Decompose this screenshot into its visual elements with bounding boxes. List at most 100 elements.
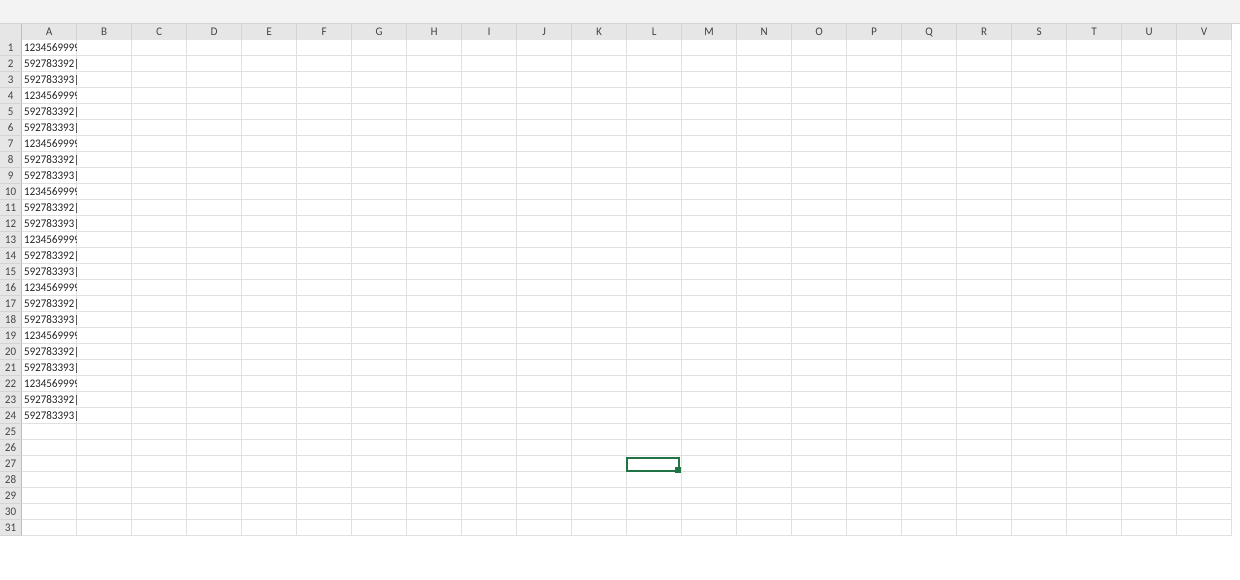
cell-V24[interactable] xyxy=(1177,408,1232,424)
cell-V7[interactable] xyxy=(1177,136,1232,152)
cell-H18[interactable] xyxy=(407,312,462,328)
cell-N28[interactable] xyxy=(737,472,792,488)
cell-G26[interactable] xyxy=(352,440,407,456)
cell-L30[interactable] xyxy=(627,504,682,520)
cell-J17[interactable] xyxy=(517,296,572,312)
cell-J20[interactable] xyxy=(517,344,572,360)
cell-M24[interactable] xyxy=(682,408,737,424)
cell-S17[interactable] xyxy=(1012,296,1067,312)
cell-L12[interactable] xyxy=(627,216,682,232)
row-header-23[interactable]: 23 xyxy=(0,392,22,408)
cell-C12[interactable] xyxy=(132,216,187,232)
cell-F30[interactable] xyxy=(297,504,352,520)
cell-G3[interactable] xyxy=(352,72,407,88)
cell-O7[interactable] xyxy=(792,136,847,152)
cell-B15[interactable] xyxy=(77,264,132,280)
cell-Q24[interactable] xyxy=(902,408,957,424)
row-header-20[interactable]: 20 xyxy=(0,344,22,360)
cell-G25[interactable] xyxy=(352,424,407,440)
cell-J1[interactable] xyxy=(517,40,572,56)
cell-T3[interactable] xyxy=(1067,72,1122,88)
cell-F21[interactable] xyxy=(297,360,352,376)
cell-K13[interactable] xyxy=(572,232,627,248)
cell-B25[interactable] xyxy=(77,424,132,440)
cell-G7[interactable] xyxy=(352,136,407,152)
cell-P24[interactable] xyxy=(847,408,902,424)
cell-R12[interactable] xyxy=(957,216,1012,232)
cell-M27[interactable] xyxy=(682,456,737,472)
cell-A13[interactable]: 123456999999|ExampleMerc|4747077|Example… xyxy=(22,232,77,248)
cell-J2[interactable] xyxy=(517,56,572,72)
cell-U3[interactable] xyxy=(1122,72,1177,88)
cell-E3[interactable] xyxy=(242,72,297,88)
cell-T24[interactable] xyxy=(1067,408,1122,424)
cell-I23[interactable] xyxy=(462,392,517,408)
cell-M17[interactable] xyxy=(682,296,737,312)
cell-A20[interactable]: 592783392|ExampleMerc Lifestyle|4747077|… xyxy=(22,344,77,360)
cell-J11[interactable] xyxy=(517,200,572,216)
cell-F22[interactable] xyxy=(297,376,352,392)
cell-F25[interactable] xyxy=(297,424,352,440)
cell-H2[interactable] xyxy=(407,56,462,72)
cell-D17[interactable] xyxy=(187,296,242,312)
cell-V10[interactable] xyxy=(1177,184,1232,200)
cell-N21[interactable] xyxy=(737,360,792,376)
cell-M9[interactable] xyxy=(682,168,737,184)
cell-N14[interactable] xyxy=(737,248,792,264)
cell-U18[interactable] xyxy=(1122,312,1177,328)
cell-D16[interactable] xyxy=(187,280,242,296)
cell-T27[interactable] xyxy=(1067,456,1122,472)
cell-K5[interactable] xyxy=(572,104,627,120)
cell-F31[interactable] xyxy=(297,520,352,536)
cell-B14[interactable] xyxy=(77,248,132,264)
cell-N11[interactable] xyxy=(737,200,792,216)
cell-O26[interactable] xyxy=(792,440,847,456)
cell-G27[interactable] xyxy=(352,456,407,472)
cell-G16[interactable] xyxy=(352,280,407,296)
cell-C17[interactable] xyxy=(132,296,187,312)
cell-O30[interactable] xyxy=(792,504,847,520)
cell-G19[interactable] xyxy=(352,328,407,344)
cell-L8[interactable] xyxy=(627,152,682,168)
cell-P31[interactable] xyxy=(847,520,902,536)
cell-C1[interactable] xyxy=(132,40,187,56)
cell-N13[interactable] xyxy=(737,232,792,248)
cell-Q18[interactable] xyxy=(902,312,957,328)
cell-P6[interactable] xyxy=(847,120,902,136)
cell-E6[interactable] xyxy=(242,120,297,136)
cell-R15[interactable] xyxy=(957,264,1012,280)
cell-J30[interactable] xyxy=(517,504,572,520)
cell-D29[interactable] xyxy=(187,488,242,504)
cell-L15[interactable] xyxy=(627,264,682,280)
cell-N12[interactable] xyxy=(737,216,792,232)
cell-N16[interactable] xyxy=(737,280,792,296)
cell-P22[interactable] xyxy=(847,376,902,392)
cell-H13[interactable] xyxy=(407,232,462,248)
cell-R5[interactable] xyxy=(957,104,1012,120)
cell-B8[interactable] xyxy=(77,152,132,168)
cell-I8[interactable] xyxy=(462,152,517,168)
cell-J22[interactable] xyxy=(517,376,572,392)
cell-R26[interactable] xyxy=(957,440,1012,456)
cell-A25[interactable] xyxy=(22,424,77,440)
cell-S25[interactable] xyxy=(1012,424,1067,440)
cell-P26[interactable] xyxy=(847,440,902,456)
cell-J5[interactable] xyxy=(517,104,572,120)
row-header-31[interactable]: 31 xyxy=(0,520,22,536)
cell-J28[interactable] xyxy=(517,472,572,488)
cell-H25[interactable] xyxy=(407,424,462,440)
cell-N24[interactable] xyxy=(737,408,792,424)
cell-M5[interactable] xyxy=(682,104,737,120)
cell-R2[interactable] xyxy=(957,56,1012,72)
cell-R28[interactable] xyxy=(957,472,1012,488)
cell-S3[interactable] xyxy=(1012,72,1067,88)
cell-H14[interactable] xyxy=(407,248,462,264)
cell-T23[interactable] xyxy=(1067,392,1122,408)
cell-M11[interactable] xyxy=(682,200,737,216)
cell-F10[interactable] xyxy=(297,184,352,200)
cell-M3[interactable] xyxy=(682,72,737,88)
cell-E7[interactable] xyxy=(242,136,297,152)
cell-F6[interactable] xyxy=(297,120,352,136)
cell-T26[interactable] xyxy=(1067,440,1122,456)
cell-C24[interactable] xyxy=(132,408,187,424)
